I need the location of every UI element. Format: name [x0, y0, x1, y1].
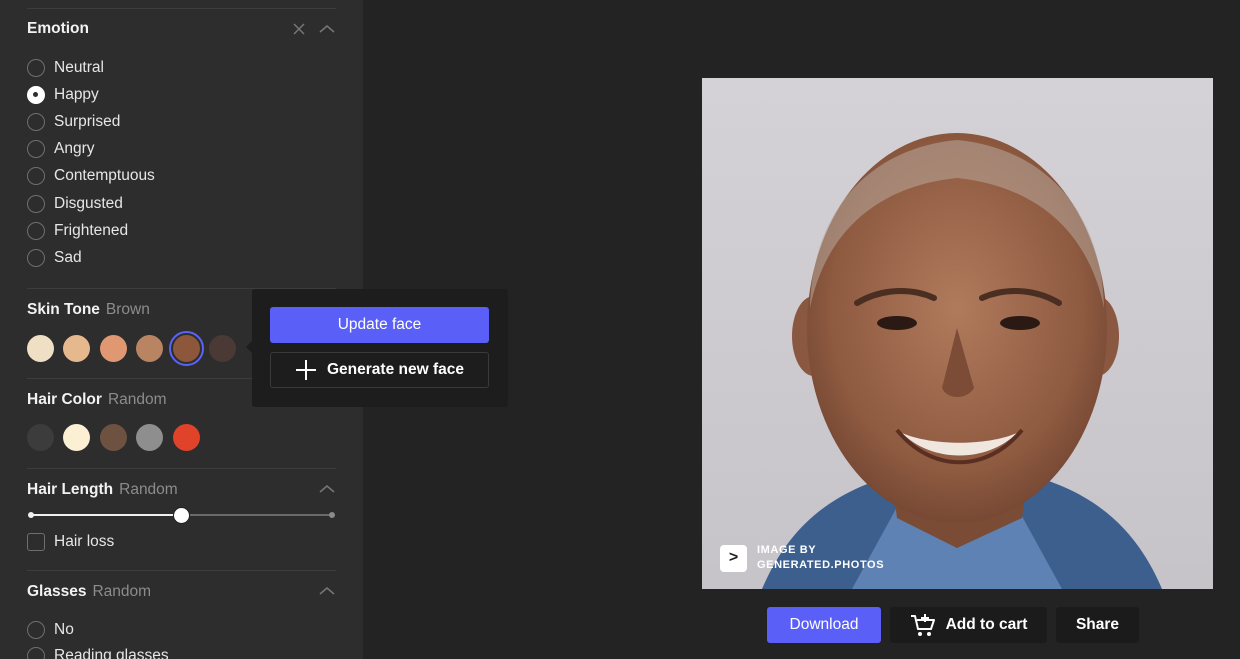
radio-button-selected[interactable]: [27, 86, 45, 104]
option-label: Angry: [54, 140, 95, 157]
hair-color-swatch-2[interactable]: [63, 424, 90, 451]
slider-max-dot: [329, 512, 335, 518]
skin-tone-value: Brown: [105, 301, 150, 318]
hair-length-slider-thumb[interactable]: [172, 507, 190, 524]
skin-tone-title: Skin Tone: [27, 301, 100, 318]
radio-button[interactable]: [27, 621, 45, 639]
emotion-section-title: Emotion: [27, 20, 89, 38]
hair-loss-checkbox-row[interactable]: Hair loss: [27, 531, 114, 553]
divider: [27, 570, 336, 571]
hair-color-swatch-5[interactable]: [173, 424, 200, 451]
skin-tone-swatch-3[interactable]: [100, 335, 127, 362]
radio-button[interactable]: [27, 140, 45, 158]
plus-icon: [296, 360, 316, 380]
option-label: Frightened: [54, 222, 129, 239]
option-label: Sad: [54, 249, 82, 266]
face-portrait: [702, 78, 1213, 589]
update-face-button[interactable]: Update face: [270, 307, 489, 343]
glasses-option-reading-glasses[interactable]: Reading glasses: [27, 645, 169, 659]
glasses-value: Random: [92, 583, 152, 600]
generated-face-image: > IMAGE BY GENERATED.PHOTOS: [702, 78, 1213, 589]
radio-button[interactable]: [27, 647, 45, 659]
emotion-option-disgusted[interactable]: Disgusted: [27, 193, 123, 215]
hair-color-section-title: Hair Color Random: [27, 391, 167, 409]
emotion-option-angry[interactable]: Angry: [27, 138, 95, 160]
slider-min-dot: [28, 512, 34, 518]
add-to-cart-button[interactable]: Add to cart: [890, 607, 1047, 643]
option-label: Contemptuous: [54, 167, 155, 184]
collapse-hair-length-chevron-up-icon[interactable]: [319, 484, 335, 494]
glasses-section-title: Glasses Random: [27, 583, 151, 601]
radio-button[interactable]: [27, 59, 45, 77]
skin-tone-swatch-2[interactable]: [63, 335, 90, 362]
add-to-cart-label: Add to cart: [945, 616, 1028, 633]
face-actions-popover: Update face Generate new face: [252, 289, 508, 407]
watermark-text: IMAGE BY GENERATED.PHOTOS: [757, 543, 884, 573]
option-label: Surprised: [54, 113, 121, 130]
emotion-option-happy[interactable]: Happy: [27, 84, 99, 106]
option-label: No: [54, 621, 74, 638]
download-button[interactable]: Download: [767, 607, 881, 643]
option-label: Happy: [54, 86, 99, 103]
divider: [27, 468, 336, 469]
hair-color-value: Random: [107, 391, 167, 408]
hair-length-slider-fill: [30, 514, 181, 516]
skin-tone-swatch-4[interactable]: [136, 335, 163, 362]
skin-tone-section-title: Skin Tone Brown: [27, 301, 150, 319]
collapse-glasses-chevron-up-icon[interactable]: [319, 586, 335, 596]
glasses-title: Glasses: [27, 583, 87, 600]
share-button[interactable]: Share: [1056, 607, 1139, 643]
emotion-option-surprised[interactable]: Surprised: [27, 111, 120, 133]
watermark-line-1: IMAGE BY: [757, 544, 817, 556]
hair-length-section-title: Hair Length Random: [27, 481, 178, 499]
option-label: Disgusted: [54, 195, 123, 212]
collapse-emotion-chevron-up-icon[interactable]: [319, 24, 335, 34]
clear-emotion-icon[interactable]: [292, 22, 306, 36]
hair-loss-checkbox[interactable]: [27, 533, 45, 551]
option-label: Neutral: [54, 59, 104, 76]
cart-plus-icon: [910, 614, 935, 636]
hair-color-swatch-1[interactable]: [27, 424, 54, 451]
hair-color-swatch-4[interactable]: [136, 424, 163, 451]
radio-button[interactable]: [27, 167, 45, 185]
radio-button[interactable]: [27, 195, 45, 213]
hair-loss-label: Hair loss: [54, 533, 115, 550]
hair-length-value: Random: [119, 481, 178, 498]
generate-new-face-button[interactable]: Generate new face: [270, 352, 489, 388]
emotion-option-sad[interactable]: Sad: [27, 247, 82, 269]
emotion-title: Emotion: [27, 20, 89, 37]
glasses-option-no[interactable]: No: [27, 619, 74, 641]
radio-button[interactable]: [27, 249, 45, 267]
generate-new-face-label: Generate new face: [327, 361, 464, 378]
divider: [27, 8, 336, 9]
skin-tone-swatch-5-selected[interactable]: [173, 335, 200, 362]
emotion-option-frightened[interactable]: Frightened: [27, 220, 128, 242]
skin-tone-swatch-6[interactable]: [209, 335, 236, 362]
emotion-option-neutral[interactable]: Neutral: [27, 57, 104, 79]
hair-color-swatch-3[interactable]: [100, 424, 127, 451]
hair-length-title: Hair Length: [27, 481, 114, 498]
watermark-line-2: GENERATED.PHOTOS: [757, 559, 885, 571]
radio-button[interactable]: [27, 222, 45, 240]
emotion-option-contemptuous[interactable]: Contemptuous: [27, 165, 155, 187]
radio-button[interactable]: [27, 113, 45, 131]
watermark: > IMAGE BY GENERATED.PHOTOS: [720, 543, 884, 573]
hair-color-title: Hair Color: [27, 391, 102, 408]
skin-tone-swatch-1[interactable]: [27, 335, 54, 362]
option-label: Reading glasses: [54, 647, 169, 659]
terminal-prompt-icon: >: [720, 544, 747, 572]
